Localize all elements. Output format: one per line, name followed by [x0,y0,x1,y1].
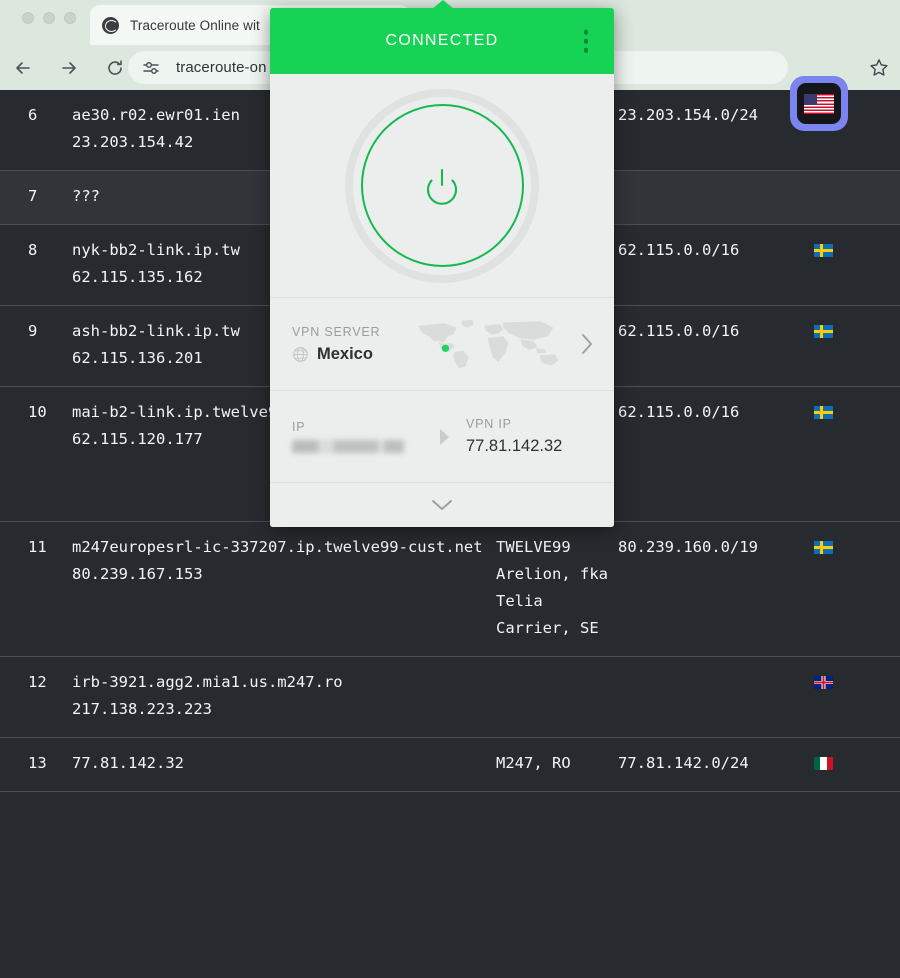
vpn-power-area [270,74,614,298]
table-row: 13 77.81.142.32 M247, RO 77.81.142.0/24 [0,738,900,792]
sweden-flag-icon [814,541,833,554]
globe-icon [102,16,119,34]
hop-asn: TWELVE99 Arelion, fka Telia Carrier, SE [496,538,608,637]
chevron-right-icon [582,334,592,354]
hostname: ae30.r02.ewr01.ien [72,106,240,124]
window-controls[interactable] [22,12,76,24]
minimize-window-button[interactable] [43,12,55,24]
hop-country [814,399,900,426]
vpn-server-label: VPN SERVER [292,324,381,339]
extension-icon-background [797,83,841,124]
hop-network: 23.203.154.0/24 [618,106,758,124]
close-window-button[interactable] [22,12,34,24]
hop-host: 77.81.142.32 [72,750,496,777]
uk-flag-icon [814,676,833,689]
sweden-flag-icon [814,244,833,257]
bookmark-button[interactable] [866,55,892,81]
hop-number: 11 [28,538,47,556]
sweden-flag-icon [814,325,833,338]
hop-network: 80.239.160.0/19 [618,538,758,556]
hostname: 77.81.142.32 [72,754,184,772]
hop-number: 10 [28,403,47,421]
hop-number: 13 [28,754,47,772]
hop-number: 9 [28,322,38,340]
hostname: nyk-bb2-link.ip.tw [72,241,240,259]
vpn-status-text: CONNECTED [385,32,499,49]
vpn-extension-button[interactable] [790,76,848,131]
vpn-expand-button[interactable] [270,483,614,527]
hop-network: 62.115.0.0/16 [618,322,740,340]
hop-country [814,534,900,561]
hostname: ash-bb2-link.ip.tw [72,322,240,340]
maximize-window-button[interactable] [64,12,76,24]
us-flag-icon [804,93,834,114]
hop-network: 62.115.0.0/16 [618,241,740,259]
hop-network: 77.81.142.0/24 [618,754,749,772]
world-map [410,313,574,375]
hop-number: 7 [28,187,38,205]
table-row: 11 m247europesrl-ic-337207.ip.twelve99-cu… [0,522,900,657]
globe-icon [293,346,308,362]
hop-country [814,237,900,264]
vpn-status-header: CONNECTED [270,8,614,74]
vpn-server-info: VPN SERVER Mexico [292,325,410,364]
star-icon [870,59,888,76]
original-ip-block: IP [292,420,422,453]
table-row: 12 irb-3921.agg2.mia1.us.m247.ro 217.138.2… [0,657,900,738]
ip-value-redacted [292,440,404,453]
hop-number: 12 [28,673,47,691]
ip-arrow [422,426,466,448]
vpn-ip-block: VPN IP 77.81.142.32 [466,417,592,456]
arrow-right-icon [62,61,76,74]
vpn-server-name: Mexico [317,344,373,363]
vpn-server-chevron[interactable] [574,330,600,358]
vpn-ip-label: VPN IP [466,417,512,431]
forward-button[interactable] [46,45,92,90]
hop-asn: M247, RO [496,754,571,772]
vpn-popup: CONNECTED VPN SERVER Mexico IP VPN IP 77… [270,8,614,527]
vpn-ip-value: 77.81.142.32 [466,437,563,455]
back-button[interactable] [0,45,46,90]
hostname: irb-3921.agg2.mia1.us.m247.ro [72,673,343,691]
power-icon [426,168,458,205]
power-button[interactable] [353,96,531,275]
hop-host: irb-3921.agg2.mia1.us.m247.ro 217.138.223… [72,669,496,723]
hostname: m247europesrl-ic-337207.ip.twelve99-cust… [72,538,483,556]
chevron-down-icon [432,500,452,510]
hop-country [814,750,900,777]
mexico-flag-icon [814,757,833,770]
hop-number: 6 [28,106,38,124]
reload-icon [108,59,122,75]
kebab-menu-icon[interactable] [580,26,593,57]
hop-ip: 217.138.223.223 [72,700,212,718]
hop-network: 62.115.0.0/16 [618,403,740,421]
popup-caret [432,0,454,9]
ip-label: IP [292,420,306,434]
hop-number: 8 [28,241,38,259]
vpn-ip-row: IP VPN IP 77.81.142.32 [270,391,614,483]
address-bar-text: traceroute-on [176,59,267,76]
arrow-left-icon [16,61,30,74]
hop-ip: 80.239.167.153 [72,565,203,583]
hop-country [814,669,900,696]
hop-host: m247europesrl-ic-337207.ip.twelve99-cust… [72,534,496,588]
vpn-server-row[interactable]: VPN SERVER Mexico [270,298,614,391]
tab-title: Traceroute Online wit [130,17,260,33]
power-ring [360,104,524,267]
sweden-flag-icon [814,406,833,419]
server-location-dot [441,344,450,352]
arrow-right-icon [440,428,449,445]
screen: 6 ae30.r02.ewr01.ien 23.203.154.42 23.203.1… [0,0,900,978]
hop-country [814,318,900,345]
site-settings-icon[interactable] [140,57,162,79]
hostname: ??? [72,187,100,205]
